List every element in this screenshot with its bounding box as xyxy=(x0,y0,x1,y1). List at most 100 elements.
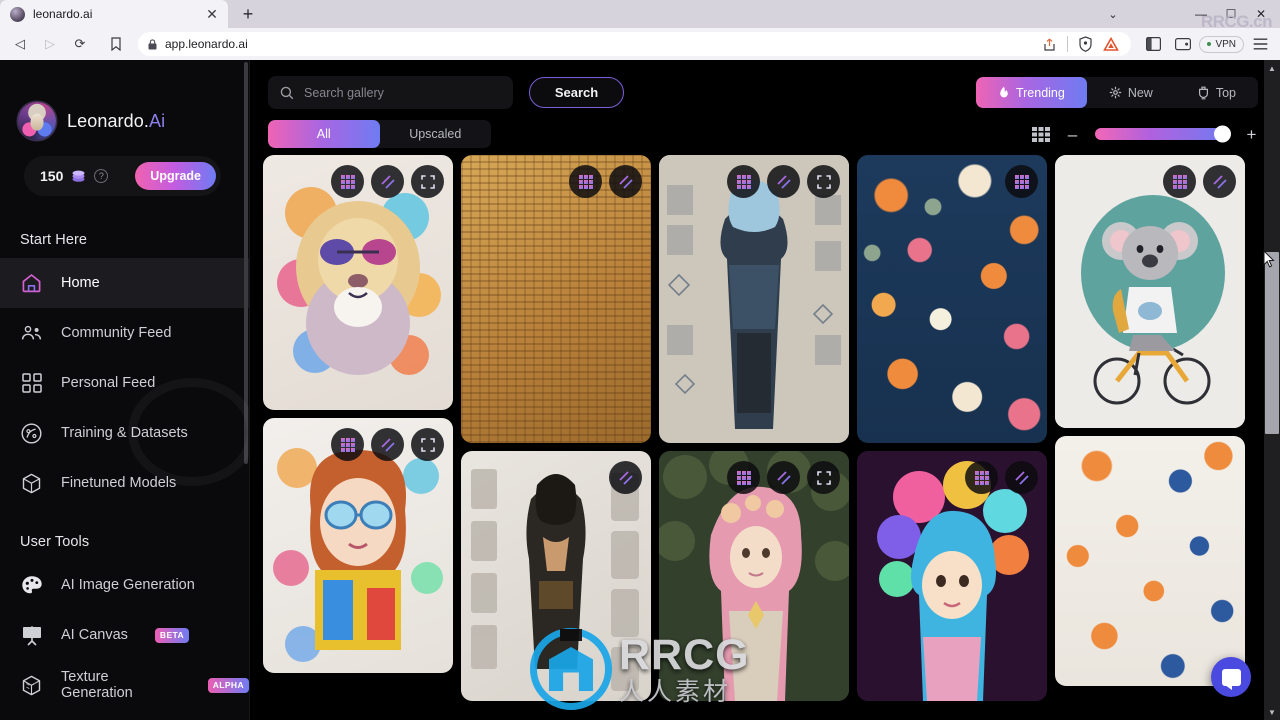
question-mark-icon[interactable]: ? xyxy=(94,169,109,183)
tab-title: leonardo.ai xyxy=(33,7,93,21)
diagonal-lines-icon[interactable] xyxy=(371,165,404,198)
gallery-card-orange-blue-floral-pattern[interactable] xyxy=(1055,436,1245,686)
sidebar-item-ai-image-generation[interactable]: AI Image Generation xyxy=(0,560,249,610)
bookmark-icon[interactable] xyxy=(102,31,130,57)
tab-close-icon[interactable]: ✕ xyxy=(204,6,220,22)
wallet-icon[interactable] xyxy=(1169,31,1197,57)
pixel-grid-icon[interactable] xyxy=(331,428,364,461)
tab-top[interactable]: Top xyxy=(1175,77,1258,108)
search-button[interactable]: Search xyxy=(529,77,624,108)
vpn-toggle[interactable]: VPN xyxy=(1199,35,1244,53)
gallery-card-rainbow-hair-portrait[interactable] xyxy=(857,451,1047,701)
tab-new[interactable]: New xyxy=(1087,77,1175,108)
expand-fullscreen-icon[interactable] xyxy=(807,165,840,198)
tab-label: Top xyxy=(1215,85,1236,100)
gallery-card-egyptian-hieroglyph-papyrus[interactable] xyxy=(461,155,651,443)
pixel-grid-icon[interactable] xyxy=(1005,165,1038,198)
tab-favicon-icon xyxy=(10,6,25,22)
sidebar-item-ai-canvas[interactable]: AI Canvas BETA xyxy=(0,610,249,660)
gallery-card-dark-fantasy-warrior-sheet[interactable] xyxy=(461,451,651,701)
zoom-slider-knob[interactable] xyxy=(1214,125,1231,143)
pixel-grid-icon[interactable] xyxy=(569,165,602,198)
window-close-button[interactable]: ✕ xyxy=(1246,0,1276,28)
gallery-card-colorful-girl-sunglasses[interactable] xyxy=(263,418,453,673)
pixel-grid-icon[interactable] xyxy=(727,165,760,198)
gallery-card-blue-haired-warrior-woman[interactable] xyxy=(659,155,849,443)
artwork-image xyxy=(1055,436,1245,686)
page-scrollbar[interactable]: ▲ ▼ xyxy=(1264,60,1280,720)
gallery-card-koala-riding-bicycle[interactable] xyxy=(1055,155,1245,428)
gallery-card-pink-haired-forest-fairy[interactable] xyxy=(659,451,849,701)
diagonal-lines-icon[interactable] xyxy=(371,428,404,461)
pixel-grid-icon[interactable] xyxy=(965,461,998,494)
scrollbar-thumb[interactable] xyxy=(1265,252,1279,434)
gallery-column xyxy=(857,155,1047,701)
leonardo-logo-icon xyxy=(18,102,56,140)
flame-icon xyxy=(1000,86,1008,97)
sort-tabs: Trending New Top xyxy=(975,77,1258,108)
window-minimize-button[interactable]: — xyxy=(1186,0,1216,28)
grid-layout-icon[interactable] xyxy=(1032,126,1050,142)
chat-support-button[interactable] xyxy=(1211,657,1251,697)
vpn-status-dot xyxy=(1207,42,1212,46)
browser-tab[interactable]: leonardo.ai ✕ xyxy=(0,0,228,28)
scroll-up-arrow-icon[interactable]: ▲ xyxy=(1264,60,1280,76)
sidebar-item-texture-generation[interactable]: Texture Generation ALPHA xyxy=(0,660,249,710)
community-feed-icon xyxy=(20,322,43,345)
pixel-grid-icon[interactable] xyxy=(1163,165,1196,198)
pixel-grid-icon[interactable] xyxy=(727,461,760,494)
sidebar-panel-icon[interactable] xyxy=(1139,31,1167,57)
reload-button[interactable]: ⟳ xyxy=(66,31,94,57)
expand-fullscreen-icon[interactable] xyxy=(411,428,444,461)
expand-fullscreen-icon[interactable] xyxy=(807,461,840,494)
sidebar-scrollbar[interactable] xyxy=(244,62,248,464)
zoom-slider[interactable] xyxy=(1095,125,1231,143)
sidebar-item-label: Training & Datasets xyxy=(61,425,188,441)
scroll-down-arrow-icon[interactable]: ▼ xyxy=(1264,704,1280,720)
diagonal-lines-icon[interactable] xyxy=(609,165,642,198)
tab-trending[interactable]: Trending xyxy=(975,77,1087,108)
training-datasets-icon xyxy=(20,422,43,445)
share-icon[interactable] xyxy=(1042,37,1057,52)
finetuned-models-icon xyxy=(20,472,43,495)
address-bar[interactable]: app.leonardo.ai xyxy=(138,32,1132,56)
sidebar-nav-user-tools: AI Image Generation AI Canvas BETA Textu… xyxy=(0,560,249,710)
diagonal-lines-icon[interactable] xyxy=(1203,165,1236,198)
brave-leo-icon[interactable] xyxy=(1103,36,1120,52)
diagonal-lines-icon[interactable] xyxy=(767,461,800,494)
filter-tab-all[interactable]: All xyxy=(268,120,380,148)
diagonal-lines-icon[interactable] xyxy=(767,165,800,198)
filter-tab-upscaled[interactable]: Upscaled xyxy=(380,120,492,148)
new-tab-button[interactable]: + xyxy=(234,0,262,28)
expand-fullscreen-icon[interactable] xyxy=(411,165,444,198)
forward-button[interactable]: ▷ xyxy=(36,31,64,57)
tab-search-chevron-icon[interactable]: ⌄ xyxy=(1098,0,1128,28)
zoom-out-button[interactable]: – xyxy=(1066,126,1079,143)
sidebar-item-training-datasets[interactable]: Training & Datasets xyxy=(0,408,249,458)
gallery-card-watercolor-lion-sunglasses[interactable] xyxy=(263,155,453,410)
brave-shields-icon[interactable] xyxy=(1078,36,1093,52)
upgrade-button[interactable]: Upgrade xyxy=(135,162,216,190)
address-bar-text: app.leonardo.ai xyxy=(165,37,248,51)
zoom-controls: – + xyxy=(1032,125,1258,143)
search-input[interactable]: Search gallery xyxy=(268,76,513,109)
diagonal-lines-icon[interactable] xyxy=(1005,461,1038,494)
pixel-grid-icon[interactable] xyxy=(331,165,364,198)
back-button[interactable]: ◁ xyxy=(6,31,34,57)
credits-amount: 150 xyxy=(40,168,64,184)
brand-logo-block[interactable]: Leonardo.Ai xyxy=(0,60,249,140)
sidebar-item-finetuned-models[interactable]: Finetuned Models xyxy=(0,458,249,508)
window-maximize-button[interactable]: ☐ xyxy=(1216,0,1246,28)
zoom-in-button[interactable]: + xyxy=(1245,126,1258,143)
diagonal-lines-icon[interactable] xyxy=(609,461,642,494)
sidebar-item-community-feed[interactable]: Community Feed xyxy=(0,308,249,358)
sidebar-item-home[interactable]: Home xyxy=(0,258,249,308)
trophy-icon xyxy=(1198,86,1208,99)
filter-tabs: All Upscaled xyxy=(268,120,491,148)
hamburger-menu-icon[interactable] xyxy=(1246,31,1274,57)
search-placeholder: Search gallery xyxy=(304,85,384,100)
browser-navbar: ◁ ▷ ⟳ app.leonardo.ai VPN xyxy=(0,28,1280,60)
sidebar-item-personal-feed[interactable]: Personal Feed xyxy=(0,358,249,408)
gallery-card-orange-floral-pattern[interactable] xyxy=(857,155,1047,443)
gallery-column xyxy=(263,155,453,701)
